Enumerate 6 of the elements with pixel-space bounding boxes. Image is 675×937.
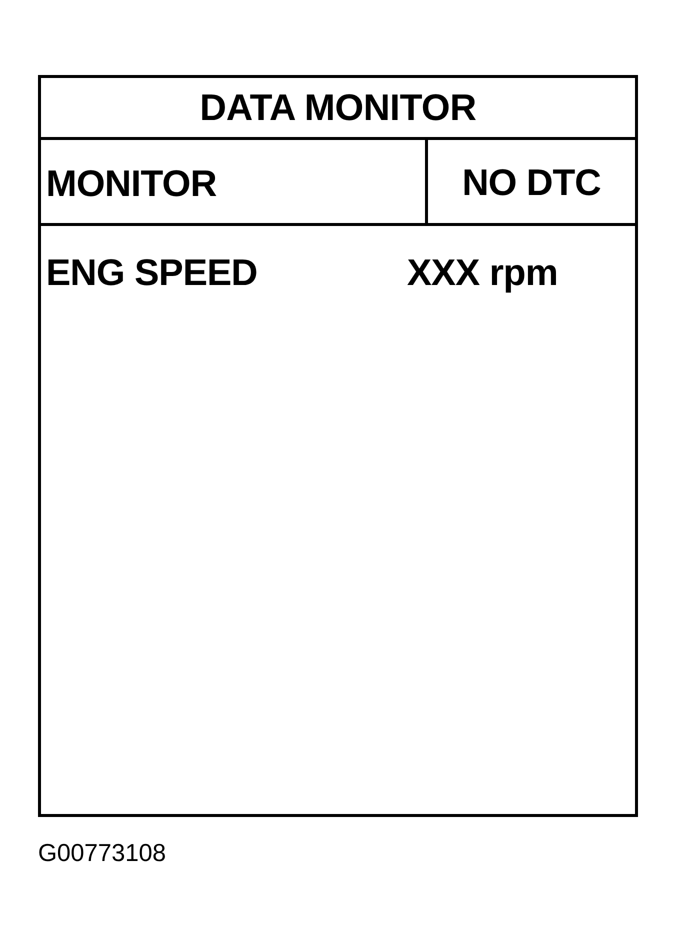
status-label: NO DTC <box>462 164 601 201</box>
panel-title: DATA MONITOR <box>200 89 476 126</box>
parameter-value: XXX rpm <box>407 254 558 291</box>
parameter-name: ENG SPEED <box>46 254 258 291</box>
figure-id: G00773108 <box>38 842 166 866</box>
monitor-label: MONITOR <box>46 165 217 202</box>
